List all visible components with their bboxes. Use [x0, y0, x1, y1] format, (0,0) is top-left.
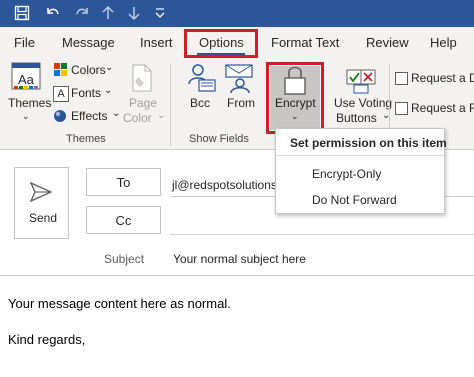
- from-icon[interactable]: [225, 62, 255, 94]
- colors-chevron-icon[interactable]: ⌄: [105, 62, 113, 73]
- voting-buttons-label-1[interactable]: Use Voting: [334, 96, 392, 110]
- save-icon[interactable]: [12, 3, 32, 23]
- to-button-label: To: [116, 174, 131, 190]
- colors-icon: [54, 63, 67, 76]
- cc-button[interactable]: Cc: [86, 206, 161, 234]
- to-button[interactable]: To: [86, 168, 161, 196]
- group-label-show-fields: Show Fields: [189, 133, 249, 145]
- tab-review[interactable]: Review: [366, 35, 409, 50]
- active-tab-indicator: [197, 53, 245, 55]
- group-divider: [389, 64, 390, 128]
- tab-help[interactable]: Help: [430, 35, 457, 50]
- fonts-icon: A: [53, 86, 69, 102]
- group-label-themes: Themes: [66, 133, 106, 145]
- request-read-checkbox[interactable]: [395, 102, 408, 115]
- tab-file[interactable]: File: [14, 35, 35, 50]
- request-delivery-label[interactable]: Request a De: [411, 71, 474, 85]
- cc-field-underline: [170, 234, 474, 235]
- message-body-line-2[interactable]: Kind regards,: [8, 332, 85, 347]
- chevron-down-icon[interactable]: ⌄: [22, 111, 30, 122]
- fonts-chevron-icon[interactable]: ⌄: [104, 85, 112, 96]
- tab-format-text[interactable]: Format Text: [271, 35, 339, 50]
- menu-divider: [276, 155, 444, 156]
- fonts-button[interactable]: Fonts: [71, 86, 101, 100]
- send-button[interactable]: [14, 167, 69, 239]
- arrow-down-icon[interactable]: [124, 3, 144, 23]
- redo-icon[interactable]: [72, 3, 92, 23]
- customize-toolbar-icon[interactable]: [150, 3, 170, 23]
- tab-insert[interactable]: Insert: [140, 35, 173, 50]
- menu-title: Set permission on this item: [290, 136, 447, 150]
- send-icon: [29, 181, 53, 203]
- message-body-line-1[interactable]: Your message content here as normal.: [8, 296, 231, 311]
- subject-field[interactable]: Your normal subject here: [173, 252, 306, 266]
- from-button-label[interactable]: From: [227, 96, 255, 110]
- encrypt-chevron-icon[interactable]: ⌄: [291, 111, 299, 122]
- menu-item-do-not-forward[interactable]: Do Not Forward: [312, 193, 397, 207]
- page-color-label-2: Color: [123, 111, 152, 125]
- page-color-icon: [130, 63, 154, 93]
- svg-text:Aa: Aa: [18, 72, 35, 87]
- bcc-icon[interactable]: [187, 62, 217, 94]
- voting-buttons-label-2[interactable]: Buttons: [336, 111, 377, 125]
- tab-message[interactable]: Message: [62, 35, 115, 50]
- undo-icon[interactable]: [43, 3, 63, 23]
- effects-button[interactable]: Effects: [71, 109, 107, 123]
- subject-label: Subject: [104, 252, 145, 266]
- bcc-button-label[interactable]: Bcc: [190, 96, 210, 110]
- encrypt-dropdown-menu: Set permission on this item Encrypt-Only…: [275, 128, 447, 214]
- tab-options[interactable]: Options: [199, 35, 244, 50]
- subject-divider: [0, 275, 474, 276]
- encrypt-button-label[interactable]: Encrypt: [275, 96, 316, 110]
- voting-buttons-icon[interactable]: [346, 64, 376, 94]
- request-read-label[interactable]: Request a Re: [411, 101, 474, 115]
- menu-item-encrypt-only[interactable]: Encrypt-Only: [312, 167, 381, 181]
- themes-icon[interactable]: Aa: [10, 62, 44, 92]
- themes-button-label[interactable]: Themes: [8, 96, 51, 110]
- arrow-up-icon[interactable]: [98, 3, 118, 23]
- effects-chevron-icon[interactable]: ⌄: [112, 108, 120, 119]
- title-bar: [0, 0, 474, 27]
- send-button-label[interactable]: Send: [29, 211, 57, 225]
- to-field[interactable]: jl@redspotsolutions.: [172, 178, 280, 192]
- page-color-label-1: Page: [129, 96, 158, 110]
- request-delivery-checkbox[interactable]: [395, 72, 408, 85]
- page-color-chevron-icon: ⌄: [157, 110, 166, 121]
- lock-icon: [283, 64, 307, 96]
- colors-button[interactable]: Colors: [71, 63, 106, 77]
- cc-button-label: Cc: [115, 212, 132, 228]
- group-divider: [170, 64, 171, 146]
- effects-icon: [53, 109, 67, 123]
